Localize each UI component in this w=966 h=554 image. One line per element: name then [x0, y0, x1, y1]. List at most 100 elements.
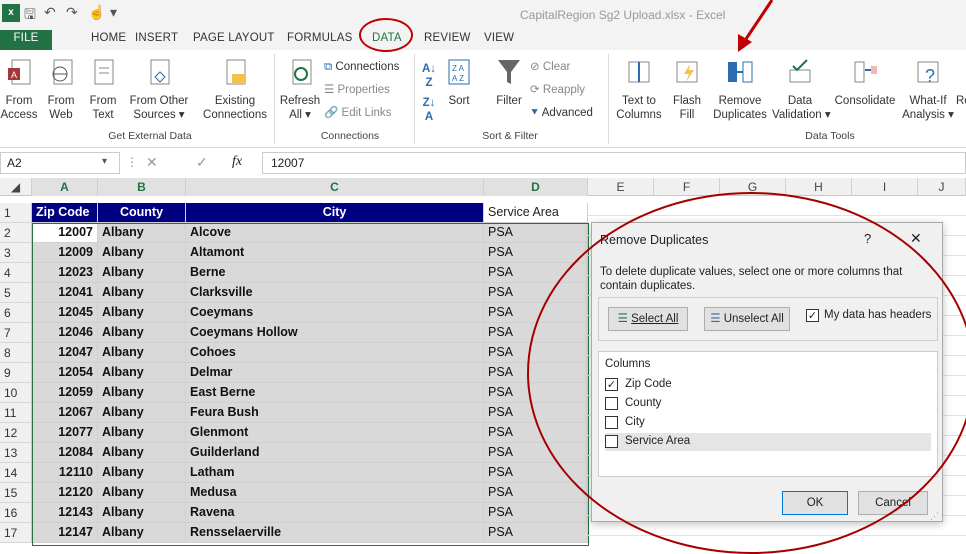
column-header-j[interactable]: J: [918, 178, 966, 196]
connections-button[interactable]: ⧉ Connections: [324, 60, 399, 74]
cell-zip[interactable]: 12023: [32, 263, 98, 283]
row-header[interactable]: 13: [0, 443, 32, 463]
tab-review[interactable]: REVIEW: [424, 32, 471, 50]
what-if-analysis-button[interactable]: ? What-If Analysis ▾: [902, 56, 954, 122]
cell-zip[interactable]: 12046: [32, 323, 98, 343]
cell-city[interactable]: Altamont: [186, 243, 484, 263]
row-header[interactable]: 11: [0, 403, 32, 423]
row-header[interactable]: 14: [0, 463, 32, 483]
cell-zip[interactable]: 12045: [32, 303, 98, 323]
advanced-filter-button[interactable]: ⯆ Advanced: [530, 106, 593, 120]
cell-county[interactable]: Albany: [98, 283, 186, 303]
column-header-e[interactable]: E: [588, 178, 654, 196]
cell-zip[interactable]: 12067: [32, 403, 98, 423]
cell-county[interactable]: Albany: [98, 403, 186, 423]
customize-quick-access-icon[interactable]: ▾: [110, 4, 117, 21]
sort-az-icon[interactable]: A↓ Z: [418, 62, 440, 90]
cell-city[interactable]: Berne: [186, 263, 484, 283]
cell-service-area[interactable]: PSA: [484, 523, 588, 543]
flash-fill-button[interactable]: Flash Fill: [668, 56, 706, 122]
select-all-corner[interactable]: ◢: [0, 178, 32, 196]
cell-zip[interactable]: 12059: [32, 383, 98, 403]
cell-county[interactable]: Albany: [98, 323, 186, 343]
row-header[interactable]: 2: [0, 223, 32, 243]
cell-zip[interactable]: 12147: [32, 523, 98, 543]
cell-city[interactable]: Feura Bush: [186, 403, 484, 423]
close-button[interactable]: ✕: [910, 230, 922, 247]
row-header[interactable]: 3: [0, 243, 32, 263]
cell-city[interactable]: Ravena: [186, 503, 484, 523]
row-header[interactable]: 8: [0, 343, 32, 363]
cell-city[interactable]: Medusa: [186, 483, 484, 503]
cell-zip[interactable]: 12054: [32, 363, 98, 383]
cell-county[interactable]: Albany: [98, 523, 186, 543]
name-box-dropdown-icon[interactable]: ▾: [102, 156, 107, 167]
cell-city[interactable]: Guilderland: [186, 443, 484, 463]
cell-zip[interactable]: 12143: [32, 503, 98, 523]
row-header[interactable]: 1: [0, 203, 32, 223]
row-header[interactable]: 17: [0, 523, 32, 543]
from-web-button[interactable]: From Web: [42, 56, 80, 122]
undo-icon[interactable]: ↶: [44, 4, 56, 21]
header-cell-county[interactable]: County: [98, 203, 186, 223]
existing-connections-button[interactable]: Existing Connections: [200, 56, 270, 122]
tab-file[interactable]: FILE: [0, 30, 52, 50]
column-header-d[interactable]: D: [484, 178, 588, 196]
row-header[interactable]: 16: [0, 503, 32, 523]
cell-city[interactable]: Latham: [186, 463, 484, 483]
header-cell-zip[interactable]: Zip Code: [32, 203, 98, 223]
redo-icon[interactable]: ↷: [66, 4, 78, 21]
row-header[interactable]: 5: [0, 283, 32, 303]
row-header[interactable]: 4: [0, 263, 32, 283]
from-text-button[interactable]: From Text: [88, 56, 118, 122]
cell-city[interactable]: Delmar: [186, 363, 484, 383]
cell-city[interactable]: Cohoes: [186, 343, 484, 363]
relationships-button[interactable]: Re: [956, 94, 966, 108]
tab-view[interactable]: VIEW: [484, 32, 514, 50]
cell-zip[interactable]: 12041: [32, 283, 98, 303]
tab-formulas[interactable]: FORMULAS: [287, 32, 353, 50]
cell-zip[interactable]: 12047: [32, 343, 98, 363]
clear-filter-button[interactable]: ⊘ Clear: [530, 60, 570, 74]
cell-county[interactable]: Albany: [98, 463, 186, 483]
data-validation-button[interactable]: Data Validation ▾: [772, 56, 831, 122]
consolidate-button[interactable]: Consolidate: [830, 56, 900, 108]
touch-mode-icon[interactable]: ☝: [88, 4, 105, 21]
cell-county[interactable]: Albany: [98, 343, 186, 363]
cancel-entry-icon[interactable]: ✕: [146, 154, 158, 171]
cell-county[interactable]: Albany: [98, 443, 186, 463]
cell-county[interactable]: Albany: [98, 243, 186, 263]
properties-button[interactable]: ☰ Properties: [324, 83, 390, 97]
cell-city[interactable]: Alcove: [186, 223, 484, 243]
row-header[interactable]: 6: [0, 303, 32, 323]
save-icon[interactable]: 🖫: [24, 4, 36, 28]
tab-home[interactable]: HOME: [91, 32, 126, 50]
remove-duplicates-button[interactable]: Remove Duplicates: [706, 56, 774, 122]
column-header-a[interactable]: A: [32, 178, 98, 196]
row-header[interactable]: 10: [0, 383, 32, 403]
column-header-f[interactable]: F: [654, 178, 720, 196]
row-header[interactable]: 12: [0, 423, 32, 443]
confirm-entry-icon[interactable]: ✓: [196, 154, 208, 171]
column-header-c[interactable]: C: [186, 178, 484, 196]
sort-za-icon[interactable]: Z↓ A: [418, 96, 440, 124]
edit-links-button[interactable]: 🔗 Edit Links: [324, 106, 391, 120]
cell-zip[interactable]: 12120: [32, 483, 98, 503]
resize-grip-icon[interactable]: ⋰: [930, 511, 939, 522]
refresh-all-button[interactable]: Refresh All ▾: [278, 56, 322, 122]
insert-function-icon[interactable]: fx: [232, 154, 242, 170]
cell-county[interactable]: Albany: [98, 223, 186, 243]
cell-city[interactable]: Coeymans Hollow: [186, 323, 484, 343]
cell-county[interactable]: Albany: [98, 383, 186, 403]
cell-county[interactable]: Albany: [98, 483, 186, 503]
cell-city[interactable]: East Berne: [186, 383, 484, 403]
cell-zip[interactable]: 12007: [32, 223, 98, 243]
header-cell-city[interactable]: City: [186, 203, 484, 223]
column-header-b[interactable]: B: [98, 178, 186, 196]
formula-input[interactable]: 12007: [262, 152, 966, 174]
cell-city[interactable]: Rensselaerville: [186, 523, 484, 543]
from-other-sources-button[interactable]: From Other Sources ▾: [124, 56, 194, 122]
cell-zip[interactable]: 12077: [32, 423, 98, 443]
column-header-h[interactable]: H: [786, 178, 852, 196]
from-access-button[interactable]: A From Access: [0, 56, 38, 122]
